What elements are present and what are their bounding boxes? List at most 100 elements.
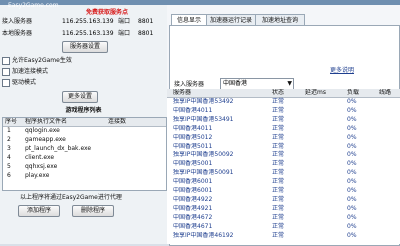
server-load: 0%	[347, 222, 357, 230]
server-name: 中国香港5011	[173, 142, 213, 150]
server-load: 0%	[347, 187, 357, 194]
server-load: 0%	[347, 160, 357, 168]
process-row[interactable]: 6 play.exe	[3, 172, 166, 181]
server-status: 正常	[272, 222, 285, 230]
more-info-link[interactable]: 更多说明	[330, 66, 354, 75]
col-latency: 延迟ms	[305, 89, 326, 96]
server-name: 独享IP中国香港46192	[173, 231, 234, 239]
server-name: 中国香港4671	[173, 222, 213, 230]
process-row[interactable]: 3 pt_launch_dx_bak.exe	[3, 145, 166, 154]
driver-checkbox-row[interactable]: 驱动模式	[2, 78, 36, 87]
server-row[interactable]: 中国香港5011 正常 0%	[167, 143, 400, 151]
server-status: 正常	[272, 178, 285, 186]
more-settings-button[interactable]: 更多设置	[62, 91, 98, 103]
server-row[interactable]: 中国香港4011 正常 0%	[167, 107, 400, 115]
col-line: 线路	[379, 89, 392, 96]
local-server-label: 本地服务器	[2, 30, 33, 37]
server-load: 0%	[347, 151, 357, 159]
server-load: 0%	[347, 106, 357, 114]
server-name: 中国香港4011	[173, 106, 213, 114]
add-program-button[interactable]: 添加程序	[18, 205, 60, 217]
server-name: 独享IP中国香港53491	[173, 115, 234, 123]
server-name: 中国香港4922	[173, 195, 213, 203]
col-load: 负载	[347, 89, 360, 96]
server-load: 0%	[347, 178, 357, 186]
server-name: 中国香港4672	[173, 213, 213, 221]
server-name: 中国香港6001	[173, 178, 213, 186]
server-load: 0%	[347, 124, 357, 132]
server-row[interactable]: 中国香港5001 正常 0%	[167, 160, 400, 168]
server-load: 0%	[347, 133, 357, 141]
process-table: 序号 程序执行文件名 连接数 1 qqlogin.exe 2 gameapp.exe 3…	[2, 117, 167, 191]
port-value: 8801	[138, 18, 154, 25]
local-server-ip: 116.255.163.139	[62, 30, 114, 37]
process-row[interactable]: 2 gameapp.exe	[3, 136, 166, 145]
process-row[interactable]: 4 client.exe	[3, 154, 166, 163]
server-row[interactable]: 独享IP中国香港50091 正常 0%	[167, 169, 400, 177]
local-port-label: 端口	[118, 30, 131, 37]
server-row[interactable]: 独享IP中国香港53491 正常 0%	[167, 116, 400, 124]
allow-checkbox-label: 允许Easy2Game生效	[12, 57, 72, 64]
server-table: 服务器 状态 延迟ms 负载 线路 独享IP中国香港53492 正常 0% 中国香港4…	[167, 89, 400, 244]
allow-checkbox-row[interactable]: 允许Easy2Game生效	[2, 56, 72, 65]
server-load: 0%	[347, 195, 357, 203]
server-status: 正常	[272, 169, 285, 177]
server-name: 独享IP中国香港53492	[173, 98, 234, 105]
server-row[interactable]: 中国香港4921 正常 0%	[167, 205, 400, 213]
server-load: 0%	[347, 142, 357, 150]
server-status: 正常	[272, 124, 285, 132]
accel-checkbox-row[interactable]: 加速连接模式	[2, 67, 48, 76]
server-load: 0%	[347, 204, 357, 212]
process-section-title: 游戏程序列表	[65, 107, 102, 114]
accel-checkbox-label: 加速连接模式	[12, 68, 49, 75]
allow-checkbox[interactable]	[2, 56, 10, 65]
server-status: 正常	[272, 213, 285, 221]
local-port-value: 8801	[138, 30, 154, 37]
server-select-label: 接入服务器	[174, 81, 205, 88]
process-no: 3	[7, 145, 11, 152]
col-file: 程序执行文件名	[25, 118, 68, 125]
process-row[interactable]: 1 qqlogin.exe	[3, 127, 166, 136]
server-name: 独享IP中国香港50092	[173, 151, 234, 159]
server-status: 正常	[272, 151, 285, 159]
process-file: client.exe	[25, 154, 55, 161]
process-row[interactable]: 5 qqhxsj.exe	[3, 163, 166, 172]
process-no: 6	[7, 172, 11, 179]
server-row[interactable]: 中国香港6001 正常 0%	[167, 187, 400, 195]
server-load: 0%	[347, 115, 357, 123]
server-status: 正常	[272, 98, 285, 105]
server-row[interactable]: 独享IP中国香港53492 正常 0%	[167, 98, 400, 106]
server-status: 正常	[272, 115, 285, 123]
process-file: gameapp.exe	[25, 136, 66, 143]
server-row[interactable]: 中国香港4672 正常 0%	[167, 214, 400, 222]
server-name: 中国香港4011	[173, 124, 213, 132]
server-row[interactable]: 独享IP中国香港50092 正常 0%	[167, 151, 400, 159]
driver-checkbox[interactable]	[2, 78, 10, 87]
server-status: 正常	[272, 142, 285, 150]
server-row[interactable]: 中国香港5012 正常 0%	[167, 134, 400, 142]
server-name: 独享IP中国香港50091	[173, 169, 234, 177]
right-panel: 信息显示 加速器运行记录 加速地址查询 接入服务器 中国香港 ▼ 更多说明 服务…	[167, 5, 400, 246]
server-settings-button[interactable]: 服务器设置	[62, 41, 108, 53]
accel-checkbox[interactable]	[2, 67, 10, 76]
process-file: qqlogin.exe	[25, 127, 60, 134]
server-row[interactable]: 独享IP中国香港46192 正常 0%	[167, 232, 400, 240]
promo-link[interactable]: 免费获取服务点	[86, 8, 128, 17]
footer-note: 以上程序将通过Easy2Game进行代理	[20, 194, 122, 201]
server-select-value: 中国香港	[223, 80, 248, 87]
server-table-header: 服务器 状态 延迟ms 负载 线路	[167, 89, 400, 98]
server-row[interactable]: 中国香港6001 正常 0%	[167, 178, 400, 186]
server-row[interactable]: 中国香港4011 正常 0%	[167, 125, 400, 133]
server-load: 0%	[347, 169, 357, 177]
server-row[interactable]: 中国香港4671 正常 0%	[167, 223, 400, 231]
delete-program-button[interactable]: 删除程序	[72, 205, 114, 217]
server-status: 正常	[272, 204, 285, 212]
server-status: 正常	[272, 133, 285, 141]
server-status: 正常	[272, 195, 285, 203]
server-row[interactable]: 中国香港4922 正常 0%	[167, 196, 400, 204]
driver-checkbox-label: 驱动模式	[12, 79, 37, 86]
process-no: 2	[7, 136, 11, 143]
server-load: 0%	[347, 213, 357, 221]
server-name: 中国香港5001	[173, 160, 213, 168]
server-label: 接入服务器	[2, 18, 33, 25]
